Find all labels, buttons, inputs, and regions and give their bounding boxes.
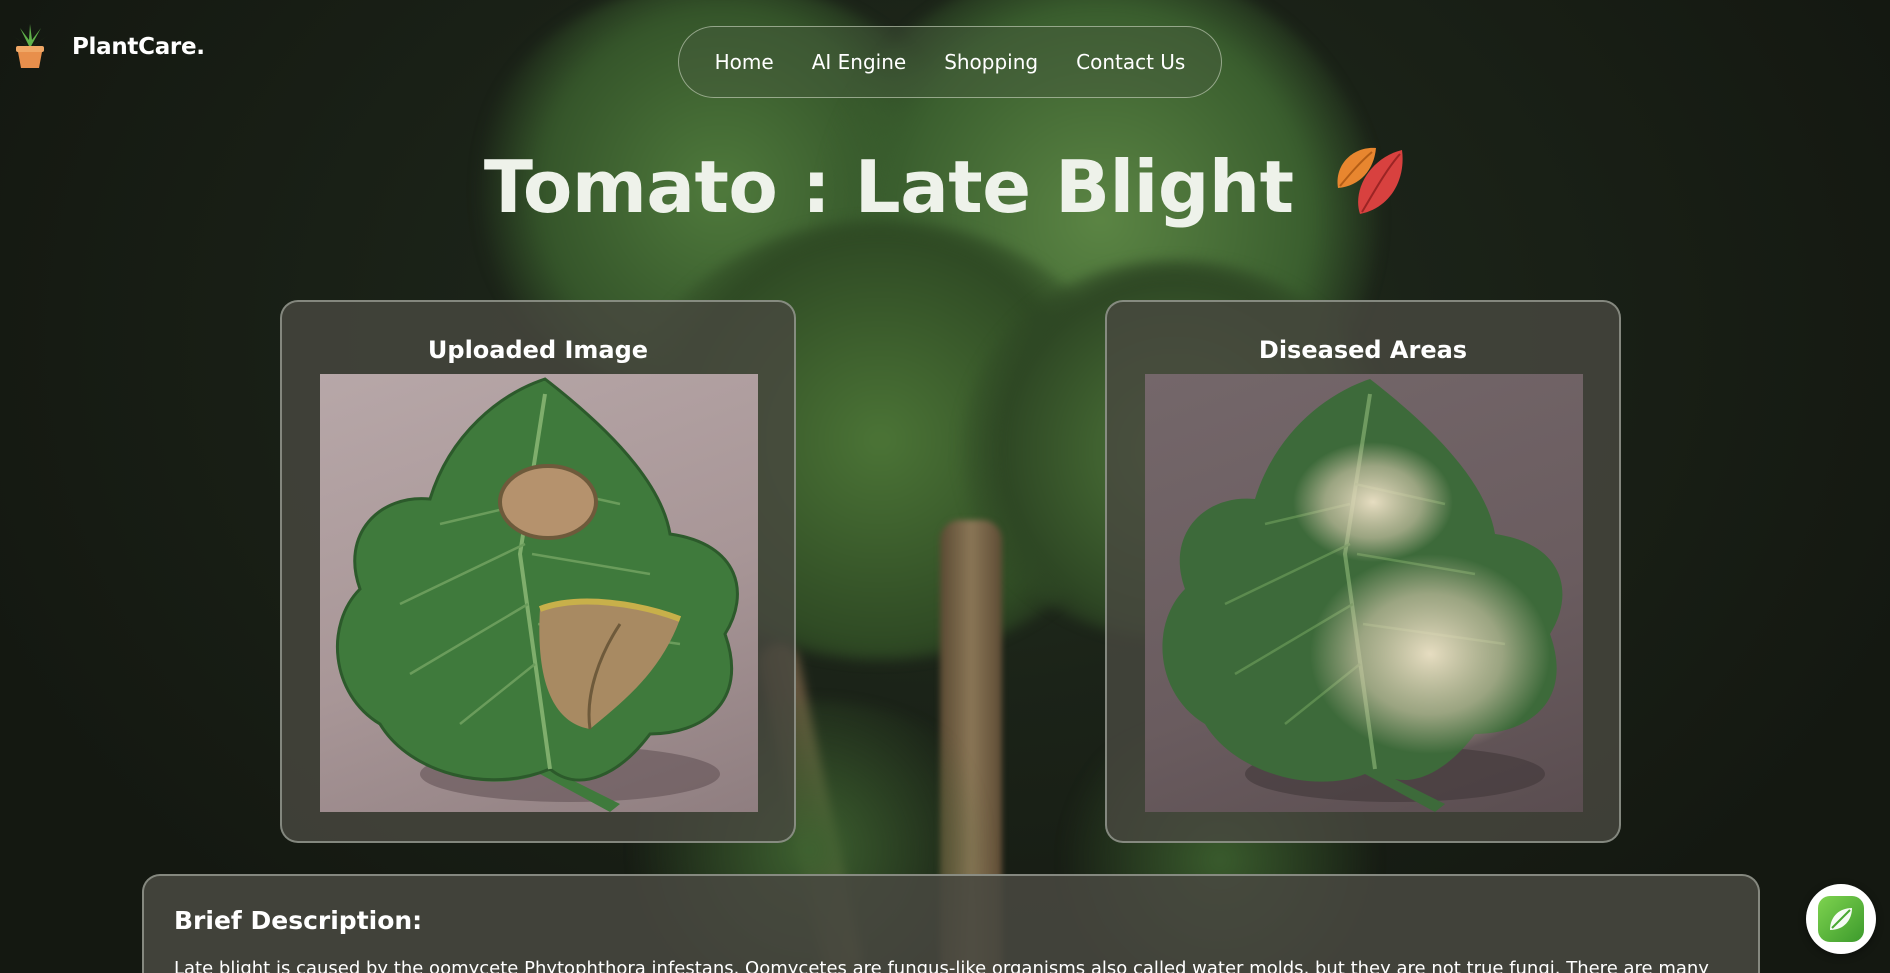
potted-plant-icon [10,24,50,70]
main-nav: Home AI Engine Shopping Contact Us [678,26,1222,98]
description-heading: Brief Description: [174,906,423,935]
diseased-areas-card: Diseased Areas [1105,300,1621,843]
description-text: Late blight is caused by the oomycete Ph… [174,958,1709,973]
nav-shopping[interactable]: Shopping [944,50,1038,74]
leaf-icon [1818,896,1864,942]
nav-ai-engine[interactable]: AI Engine [812,50,906,74]
diseased-leaf-heatmap [1145,374,1583,812]
page-title-block: Tomato : Late Blight [0,140,1890,235]
brief-description-panel: Brief Description: Late blight is caused… [142,874,1760,973]
diseased-areas-heading: Diseased Areas [1258,336,1468,364]
assistant-fab-button[interactable] [1806,884,1876,954]
uploaded-leaf-image [320,374,758,812]
nav-contact-us[interactable]: Contact Us [1076,50,1185,74]
page-title: Tomato : Late Blight [483,145,1294,229]
fallen-leaf-icon [1330,140,1406,235]
brand-name: PlantCare. [72,34,205,60]
brand-logo[interactable]: PlantCare. [10,24,205,70]
nav-home[interactable]: Home [715,50,774,74]
uploaded-image-card: Uploaded Image [280,300,796,843]
uploaded-image-heading: Uploaded Image [427,336,649,364]
